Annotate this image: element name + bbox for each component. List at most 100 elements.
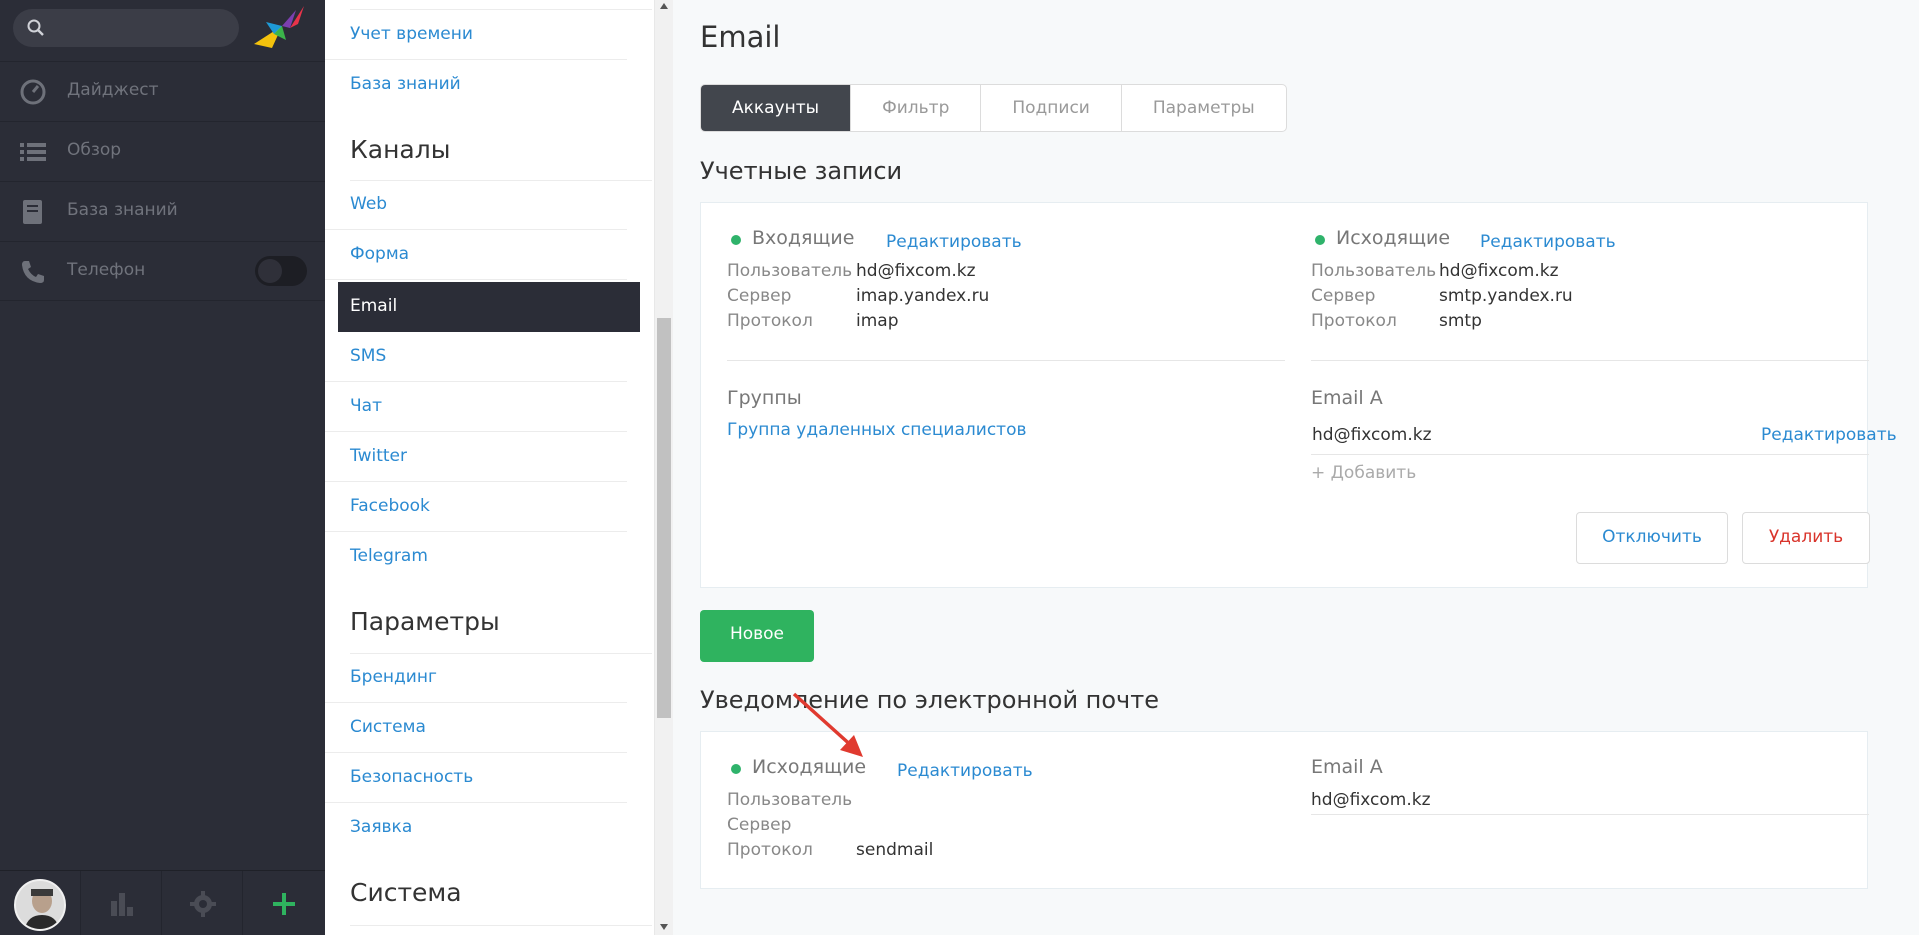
menu-item-system[interactable]: Система [325, 703, 627, 753]
accounts-section-title: Учетные записи [700, 157, 903, 185]
divider [350, 925, 652, 926]
notify-protocol-value: sendmail [856, 840, 934, 860]
gear-icon [190, 891, 216, 917]
settings-menu: Учет времени База знаний Каналы Web Форм… [325, 0, 655, 935]
outgoing-user-key: Пользователь [1311, 261, 1437, 281]
avatar [14, 879, 66, 931]
menu-item-twitter[interactable]: Twitter [325, 432, 627, 482]
incoming-user-key: Пользователь [727, 261, 853, 281]
phone-icon [22, 261, 44, 283]
page-title: Email [700, 20, 781, 54]
groups-label: Группы [727, 387, 802, 409]
incoming-user-value: hd@fixcom.kz [856, 261, 976, 281]
nav-label: Дайджест [67, 80, 159, 100]
menu-item-ticket[interactable]: Заявка [325, 803, 627, 853]
notification-section-title: Уведомление по электронной почте [700, 686, 1159, 714]
sidebar-bottom-bar [0, 870, 325, 935]
menu-item-knowledge-base[interactable]: База знаний [325, 60, 627, 110]
new-account-button[interactable]: Новое [700, 610, 814, 662]
search-icon [27, 19, 44, 36]
outgoing-protocol-value: smtp [1439, 311, 1482, 331]
tab-signatures[interactable]: Подписи [981, 85, 1122, 131]
notify-protocol-key: Протокол [727, 840, 813, 860]
incoming-server-value: imap.yandex.ru [856, 286, 990, 306]
menu-scrollbar[interactable] [655, 0, 673, 935]
delete-button[interactable]: Удалить [1742, 512, 1870, 564]
notify-email-a-label: Email A [1311, 756, 1383, 778]
group-link[interactable]: Группа удаленных специалистов [727, 420, 1026, 440]
main-content: Email Аккаунты Фильтр Подписи Параметры … [673, 0, 1919, 935]
scroll-up-arrow-icon[interactable] [660, 3, 668, 9]
divider [1311, 454, 1869, 455]
outgoing-protocol-key: Протокол [1311, 311, 1397, 331]
profile-button[interactable] [0, 871, 81, 935]
tab-filter[interactable]: Фильтр [851, 85, 982, 131]
add-button[interactable] [243, 871, 324, 935]
incoming-label: Входящие [752, 227, 855, 249]
tab-accounts[interactable]: Аккаунты [701, 85, 852, 131]
menu-item-security[interactable]: Безопасность [325, 753, 627, 803]
menu-heading-parameters: Параметры [350, 607, 500, 636]
menu-item-facebook[interactable]: Facebook [325, 482, 627, 532]
notify-user-key: Пользователь [727, 790, 853, 810]
stats-button[interactable] [81, 871, 162, 935]
avatar-face-icon [16, 881, 64, 929]
bird-logo-icon[interactable] [252, 4, 306, 54]
status-dot [731, 764, 741, 774]
menu-item-web[interactable]: Web [325, 180, 627, 230]
menu-item-sms[interactable]: SMS [325, 332, 627, 382]
edit-email-a-link[interactable]: Редактировать [1761, 425, 1897, 445]
menu-item-email[interactable]: Email [338, 282, 640, 332]
book-icon [23, 200, 42, 224]
notification-card: Исходящие Редактировать Пользователь Сер… [700, 731, 1869, 889]
nav-item-digest[interactable]: Дайджест [0, 61, 325, 121]
outgoing-user-value: hd@fixcom.kz [1439, 261, 1559, 281]
email-a-label: Email A [1311, 387, 1383, 409]
edit-outgoing-link[interactable]: Редактировать [1480, 232, 1616, 252]
settings-button[interactable] [162, 871, 243, 935]
nav-item-overview[interactable]: Обзор [0, 121, 325, 181]
nav-item-phone[interactable]: Телефон [0, 241, 325, 301]
menu-item-telegram[interactable]: Telegram [325, 532, 627, 582]
app-sidebar: Дайджест Обзор База знаний Телефон [0, 0, 325, 935]
scroll-down-arrow-icon[interactable] [660, 924, 668, 930]
tab-parameters[interactable]: Параметры [1122, 85, 1286, 131]
incoming-server-key: Сервер [727, 286, 792, 306]
outgoing-server-key: Сервер [1311, 286, 1376, 306]
tab-bar: Аккаунты Фильтр Подписи Параметры [700, 84, 1287, 132]
toggle-knob [258, 259, 282, 283]
divider [727, 360, 1285, 361]
status-dot [1315, 235, 1325, 245]
menu-item-form[interactable]: Форма [325, 230, 627, 280]
status-dot [731, 235, 741, 245]
search-input[interactable] [13, 9, 239, 47]
phone-toggle[interactable] [255, 256, 307, 286]
menu-item-time-tracking[interactable]: Учет времени [325, 10, 627, 60]
outgoing-label: Исходящие [1336, 227, 1451, 249]
edit-incoming-link[interactable]: Редактировать [886, 232, 1022, 252]
notify-server-key: Сервер [727, 815, 792, 835]
incoming-protocol-key: Протокол [727, 311, 813, 331]
divider [1311, 360, 1869, 361]
menu-item-branding[interactable]: Брендинг [325, 653, 627, 703]
nav-label: База знаний [67, 200, 178, 220]
menu-heading-system: Система [350, 878, 462, 907]
nav-label: Телефон [67, 260, 146, 280]
list-icon [20, 143, 46, 161]
incoming-protocol-value: imap [856, 311, 899, 331]
annotation-arrow-icon [792, 692, 863, 757]
add-email-link[interactable]: + Добавить [1311, 463, 1416, 483]
disable-button[interactable]: Отключить [1576, 512, 1728, 564]
outgoing-server-value: smtp.yandex.ru [1439, 286, 1573, 306]
plus-icon [273, 893, 295, 915]
stats-icon [111, 893, 133, 916]
nav-item-knowledge-base[interactable]: База знаний [0, 181, 325, 241]
email-a-value: hd@fixcom.kz [1312, 425, 1432, 445]
gauge-icon [20, 79, 46, 105]
menu-item-chat[interactable]: Чат [325, 382, 627, 432]
notify-email-a-value: hd@fixcom.kz [1311, 790, 1431, 810]
edit-notify-outgoing-link[interactable]: Редактировать [897, 761, 1033, 781]
scrollbar-thumb[interactable] [657, 318, 671, 718]
accounts-card: Входящие Редактировать Пользователь hd@f… [700, 202, 1897, 588]
divider [1311, 814, 1869, 815]
